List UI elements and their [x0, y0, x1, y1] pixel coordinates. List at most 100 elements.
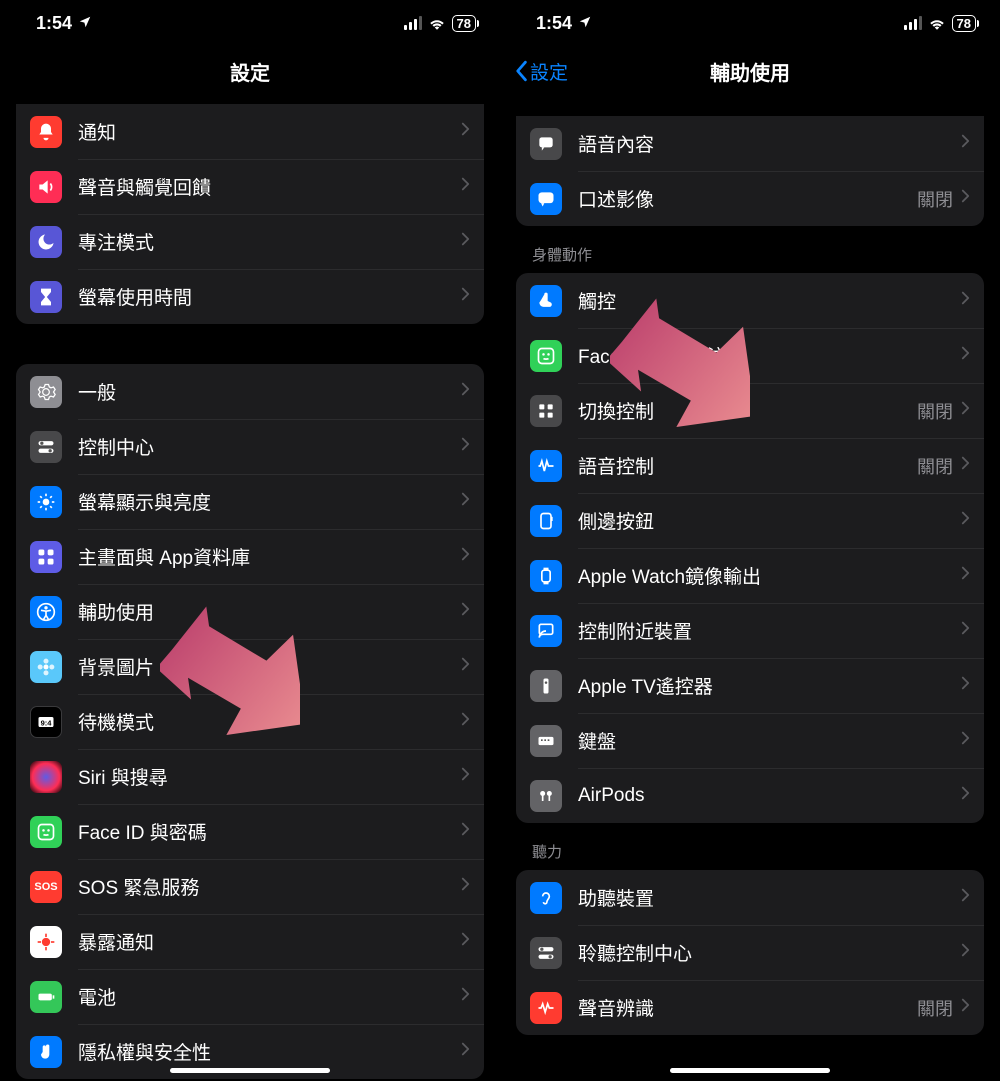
row-sound-recognition[interactable]: 聲音辨識 關閉	[516, 980, 984, 1035]
cellular-icon	[404, 16, 422, 30]
chevron-right-icon	[461, 121, 470, 142]
chevron-right-icon	[961, 730, 970, 751]
row-display-brightness[interactable]: 螢幕顯示與亮度	[16, 474, 484, 529]
siri-icon	[30, 761, 62, 793]
row-label: Siri 與搜尋	[78, 763, 461, 790]
row-label: 一般	[78, 378, 461, 405]
row-label: 通知	[78, 118, 461, 145]
chevron-right-icon	[461, 656, 470, 677]
chevron-right-icon	[961, 785, 970, 806]
row-label: 隱私權與安全性	[78, 1038, 461, 1065]
row-side-button[interactable]: 側邊按鈕	[516, 493, 984, 548]
row-standby[interactable]: 9:4 待機模式	[16, 694, 484, 749]
row-label: 聲音與觸覺回饋	[78, 173, 461, 200]
row-label: SOS 緊急服務	[78, 873, 461, 900]
row-keyboard[interactable]: 鍵盤	[516, 713, 984, 768]
chevron-right-icon	[961, 620, 970, 641]
back-label: 設定	[530, 58, 568, 85]
accessibility-icon	[30, 596, 62, 628]
touch-icon	[530, 285, 562, 317]
row-screen-time[interactable]: 螢幕使用時間	[16, 269, 484, 324]
sounds-icon	[30, 171, 62, 203]
row-label: Apple Watch鏡像輸出	[578, 562, 961, 589]
row-detail: 關閉	[917, 453, 953, 479]
row-hearing-devices[interactable]: 助聽裝置	[516, 870, 984, 925]
row-switch-control[interactable]: 切換控制 關閉	[516, 383, 984, 438]
row-airpods[interactable]: AirPods	[516, 768, 984, 823]
hearing-control-center-icon	[530, 937, 562, 969]
row-label: Face ID 與螢幕注視	[578, 342, 961, 369]
faceid-attention-icon	[530, 340, 562, 372]
row-label: 輔助使用	[78, 598, 461, 625]
back-button[interactable]: 設定	[514, 58, 568, 85]
row-battery[interactable]: 電池	[16, 969, 484, 1024]
chevron-right-icon	[461, 286, 470, 307]
chevron-right-icon	[961, 887, 970, 908]
page-title: 設定	[230, 57, 270, 86]
row-hearing-control-center[interactable]: 聆聽控制中心	[516, 925, 984, 980]
chevron-right-icon	[961, 510, 970, 531]
airpods-icon	[530, 780, 562, 812]
side-button-icon	[530, 505, 562, 537]
row-control-center[interactable]: 控制中心	[16, 419, 484, 474]
row-voice-control[interactable]: 語音控制 關閉	[516, 438, 984, 493]
row-apple-watch-mirroring[interactable]: Apple Watch鏡像輸出	[516, 548, 984, 603]
row-siri[interactable]: Siri 與搜尋	[16, 749, 484, 804]
row-sounds[interactable]: 聲音與觸覺回饋	[16, 159, 484, 214]
standby-icon: 9:4	[30, 706, 62, 738]
row-label: 暴露通知	[78, 928, 461, 955]
status-bar: 1:54 78	[500, 0, 1000, 46]
row-general[interactable]: 一般	[16, 364, 484, 419]
home-screen-icon	[30, 541, 62, 573]
row-spoken-content[interactable]: 語音內容	[516, 116, 984, 171]
row-apple-tv-remote[interactable]: Apple TV遙控器	[516, 658, 984, 713]
row-label: 電池	[78, 983, 461, 1010]
chevron-right-icon	[461, 381, 470, 402]
chevron-right-icon	[461, 231, 470, 252]
row-focus[interactable]: 專注模式	[16, 214, 484, 269]
row-label: 背景圖片	[78, 653, 461, 680]
chevron-right-icon	[461, 601, 470, 622]
sound-recognition-icon	[530, 992, 562, 1024]
chevron-right-icon	[961, 565, 970, 586]
wifi-icon	[928, 16, 946, 30]
row-faceid-attention[interactable]: Face ID 與螢幕注視	[516, 328, 984, 383]
row-label: 口述影像	[578, 185, 917, 212]
row-wallpaper[interactable]: 背景圖片	[16, 639, 484, 694]
row-audio-descriptions[interactable]: 口述影像 關閉	[516, 171, 984, 226]
battery-icon	[30, 981, 62, 1013]
row-exposure[interactable]: 暴露通知	[16, 914, 484, 969]
row-control-nearby[interactable]: 控制附近裝置	[516, 603, 984, 658]
row-label: 專注模式	[78, 228, 461, 255]
hearing-devices-icon	[530, 882, 562, 914]
general-icon	[30, 376, 62, 408]
row-label: Apple TV遙控器	[578, 672, 961, 699]
chevron-right-icon	[461, 491, 470, 512]
chevron-right-icon	[961, 997, 970, 1018]
row-home-screen[interactable]: 主畫面與 App資料庫	[16, 529, 484, 584]
exposure-icon	[30, 926, 62, 958]
row-label: 待機模式	[78, 708, 461, 735]
settings-group-2: 一般 控制中心 螢幕顯示與亮度 主畫面與 App資料庫 輔助使用 背景圖片 9:…	[16, 364, 484, 1079]
cellular-icon	[904, 16, 922, 30]
battery-icon: 78	[452, 15, 476, 32]
wifi-icon	[428, 16, 446, 30]
accessibility-group-2: 觸控 Face ID 與螢幕注視 切換控制 關閉 語音控制 關閉 側邊按鈕 Ap…	[516, 273, 984, 823]
chevron-right-icon	[461, 821, 470, 842]
row-label: 聲音辨識	[578, 994, 917, 1021]
row-label: 鍵盤	[578, 727, 961, 754]
row-label: 觸控	[578, 287, 961, 314]
chevron-right-icon	[961, 455, 970, 476]
switch-control-icon	[530, 395, 562, 427]
row-notifications[interactable]: 通知	[16, 104, 484, 159]
home-indicator	[670, 1068, 830, 1073]
status-bar: 1:54 78	[0, 0, 500, 46]
row-faceid[interactable]: Face ID 與密碼	[16, 804, 484, 859]
apple-tv-remote-icon	[530, 670, 562, 702]
row-label: 助聽裝置	[578, 884, 961, 911]
row-touch[interactable]: 觸控	[516, 273, 984, 328]
row-detail: 關閉	[917, 186, 953, 212]
row-sos[interactable]: SOS SOS 緊急服務	[16, 859, 484, 914]
row-accessibility[interactable]: 輔助使用	[16, 584, 484, 639]
location-icon	[78, 13, 92, 34]
